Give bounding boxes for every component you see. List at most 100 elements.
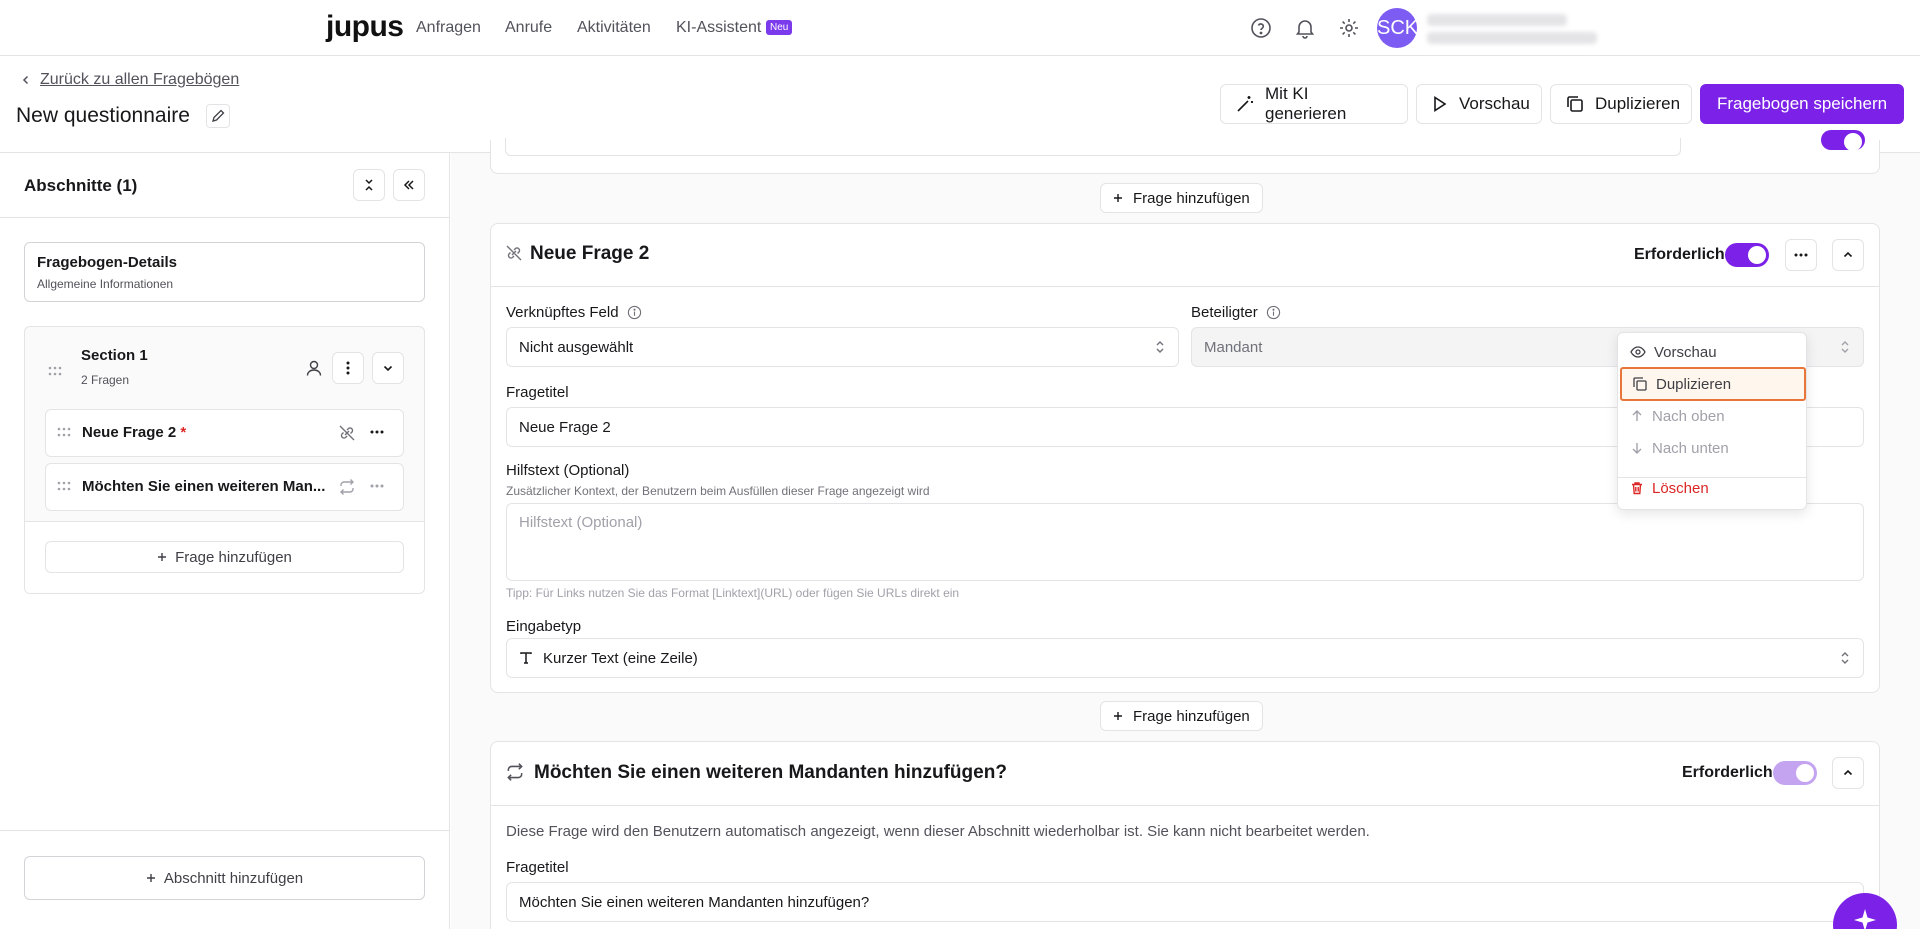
question-label: Möchten Sie einen weiteren Man...	[82, 478, 326, 495]
info-icon[interactable]	[1266, 305, 1281, 320]
drag-handle-icon[interactable]	[47, 365, 63, 377]
more-horizontal-icon[interactable]	[370, 484, 384, 488]
chevrons-left-icon	[402, 178, 416, 192]
participant-label: Beteiligter	[1191, 304, 1281, 321]
chevron-up-icon	[1842, 767, 1854, 779]
chevron-up-icon	[1842, 249, 1854, 261]
menu-item-move-down[interactable]: Nach unten	[1620, 431, 1806, 465]
sections-title: Abschnitte (1)	[24, 176, 138, 195]
plus-icon	[157, 552, 167, 562]
plus-icon	[1113, 193, 1123, 203]
linked-field-select[interactable]: Nicht ausgewählt	[506, 327, 1179, 367]
section-more-button[interactable]	[332, 352, 364, 384]
card-divider	[491, 286, 1879, 287]
repeat-question-card: Möchten Sie einen weiteren Mandanten hin…	[490, 741, 1880, 929]
previous-required-toggle[interactable]	[1821, 130, 1865, 151]
details-subtitle: Allgemeine Informationen	[37, 277, 174, 291]
section-subtitle: 2 Fragen	[81, 373, 130, 387]
participant-label-text: Beteiligter	[1191, 304, 1258, 321]
required-asterisk: *	[180, 424, 187, 441]
chevron-updown-icon	[1154, 340, 1166, 354]
previous-question-card	[490, 130, 1880, 174]
pencil-icon	[211, 109, 225, 123]
menu-item-move-up[interactable]: Nach oben	[1620, 399, 1806, 433]
unlink-icon	[505, 244, 523, 262]
menu-item-label: Vorschau	[1654, 343, 1717, 361]
copy-icon	[1632, 376, 1648, 392]
help-text-description: Zusätzlicher Kontext, der Benutzern beim…	[506, 484, 930, 498]
duplicate-button[interactable]: Duplizieren	[1550, 84, 1692, 124]
sidebar-question-item[interactable]: Neue Frage 2 *	[45, 409, 404, 457]
drag-handle-icon[interactable]	[56, 480, 72, 492]
arrow-down-icon	[1630, 441, 1644, 455]
sidebar-question-item[interactable]: Möchten Sie einen weiteren Man...	[45, 463, 404, 511]
add-section-button[interactable]: Abschnitt hinzufügen	[24, 856, 425, 900]
eye-icon	[1630, 344, 1646, 360]
required-toggle[interactable]	[1725, 243, 1769, 267]
help-text-label: Hilfstext (Optional)	[506, 462, 630, 479]
question-title-label: Fragetitel	[506, 384, 569, 401]
jupus-logo[interactable]: jupus	[326, 12, 404, 42]
collapse-all-button[interactable]	[353, 169, 385, 201]
add-question-label: Frage hinzufügen	[175, 548, 292, 566]
edit-title-button[interactable]	[206, 104, 230, 128]
nav-ki-assistent[interactable]: KI-Assistent	[676, 18, 761, 38]
page-title: New questionnaire	[16, 104, 190, 127]
save-questionnaire-button[interactable]: Fragebogen speichern	[1700, 84, 1904, 124]
menu-item-label: Nach unten	[1652, 439, 1729, 457]
question-title: Möchten Sie einen weiteren Mandanten hin…	[534, 762, 1007, 783]
input-type-value: Kurzer Text (eine Zeile)	[543, 649, 698, 667]
required-label: Erforderlich	[1634, 246, 1725, 263]
help-icon[interactable]	[1249, 16, 1273, 40]
help-text-textarea[interactable]: Hilfstext (Optional)	[506, 503, 1864, 581]
input-type-select[interactable]: Kurzer Text (eine Zeile)	[506, 638, 1864, 678]
collapse-question-button[interactable]	[1832, 239, 1864, 271]
add-question-button[interactable]: Frage hinzufügen	[1100, 183, 1263, 213]
new-badge: Neu	[766, 20, 793, 35]
menu-item-label: Nach oben	[1652, 407, 1725, 425]
add-question-button[interactable]: Frage hinzufügen	[1100, 701, 1263, 731]
ai-generate-label: Mit KI generieren	[1265, 84, 1347, 123]
nav-anrufe[interactable]: Anrufe	[505, 18, 552, 38]
more-horizontal-icon	[1794, 253, 1808, 257]
questionnaire-details-item[interactable]: Fragebogen-Details Allgemeine Informatio…	[24, 242, 425, 302]
collapse-vertical-icon	[362, 178, 376, 192]
menu-item-delete[interactable]: Löschen	[1620, 471, 1806, 505]
collapse-sidebar-button[interactable]	[393, 169, 425, 201]
chevron-updown-icon	[1839, 340, 1851, 354]
gear-icon[interactable]	[1337, 16, 1361, 40]
bell-icon[interactable]	[1293, 16, 1317, 40]
section-title: Section 1	[81, 347, 148, 364]
info-icon[interactable]	[627, 305, 642, 320]
linked-field-value: Nicht ausgewählt	[519, 338, 634, 356]
menu-item-preview[interactable]: Vorschau	[1620, 335, 1806, 369]
nav-aktivitaeten[interactable]: Aktivitäten	[577, 18, 651, 38]
linked-field-label: Verknüpftes Feld	[506, 304, 642, 321]
menu-item-duplicate[interactable]: Duplizieren	[1620, 367, 1806, 401]
nav-anfragen[interactable]: Anfragen	[416, 18, 481, 38]
help-text-tip: Tipp: Für Links nutzen Sie das Format [L…	[506, 586, 960, 600]
repeat-icon	[338, 478, 356, 496]
plus-icon	[146, 873, 156, 883]
back-link[interactable]: Zurück zu allen Fragebögen	[20, 71, 239, 89]
preview-button[interactable]: Vorschau	[1416, 84, 1542, 124]
menu-item-label: Löschen	[1652, 479, 1709, 497]
more-horizontal-icon[interactable]	[370, 430, 384, 434]
sidebar-add-question-button[interactable]: Frage hinzufügen	[45, 541, 404, 573]
back-link-label[interactable]: Zurück zu allen Fragebögen	[40, 71, 239, 89]
drag-handle-icon[interactable]	[56, 426, 72, 438]
collapse-question-button[interactable]	[1832, 757, 1864, 789]
question-more-button[interactable]	[1785, 239, 1817, 271]
user-name-blurred	[1427, 14, 1567, 26]
copy-icon	[1565, 94, 1585, 114]
question-title: Neue Frage 2	[530, 243, 650, 264]
section-expand-button[interactable]	[372, 352, 404, 384]
add-question-label: Frage hinzufügen	[1133, 707, 1250, 725]
user-email-blurred	[1427, 32, 1597, 44]
ai-generate-button[interactable]: Mit KI generieren	[1220, 84, 1408, 124]
preview-label: Vorschau	[1459, 94, 1530, 113]
add-section-label: Abschnitt hinzufügen	[163, 869, 304, 887]
section-card[interactable]: Section 1 2 Fragen Neue Frage 2 * Möchte…	[24, 326, 425, 594]
user-avatar[interactable]: SCK	[1377, 8, 1418, 48]
user-icon	[305, 359, 323, 377]
